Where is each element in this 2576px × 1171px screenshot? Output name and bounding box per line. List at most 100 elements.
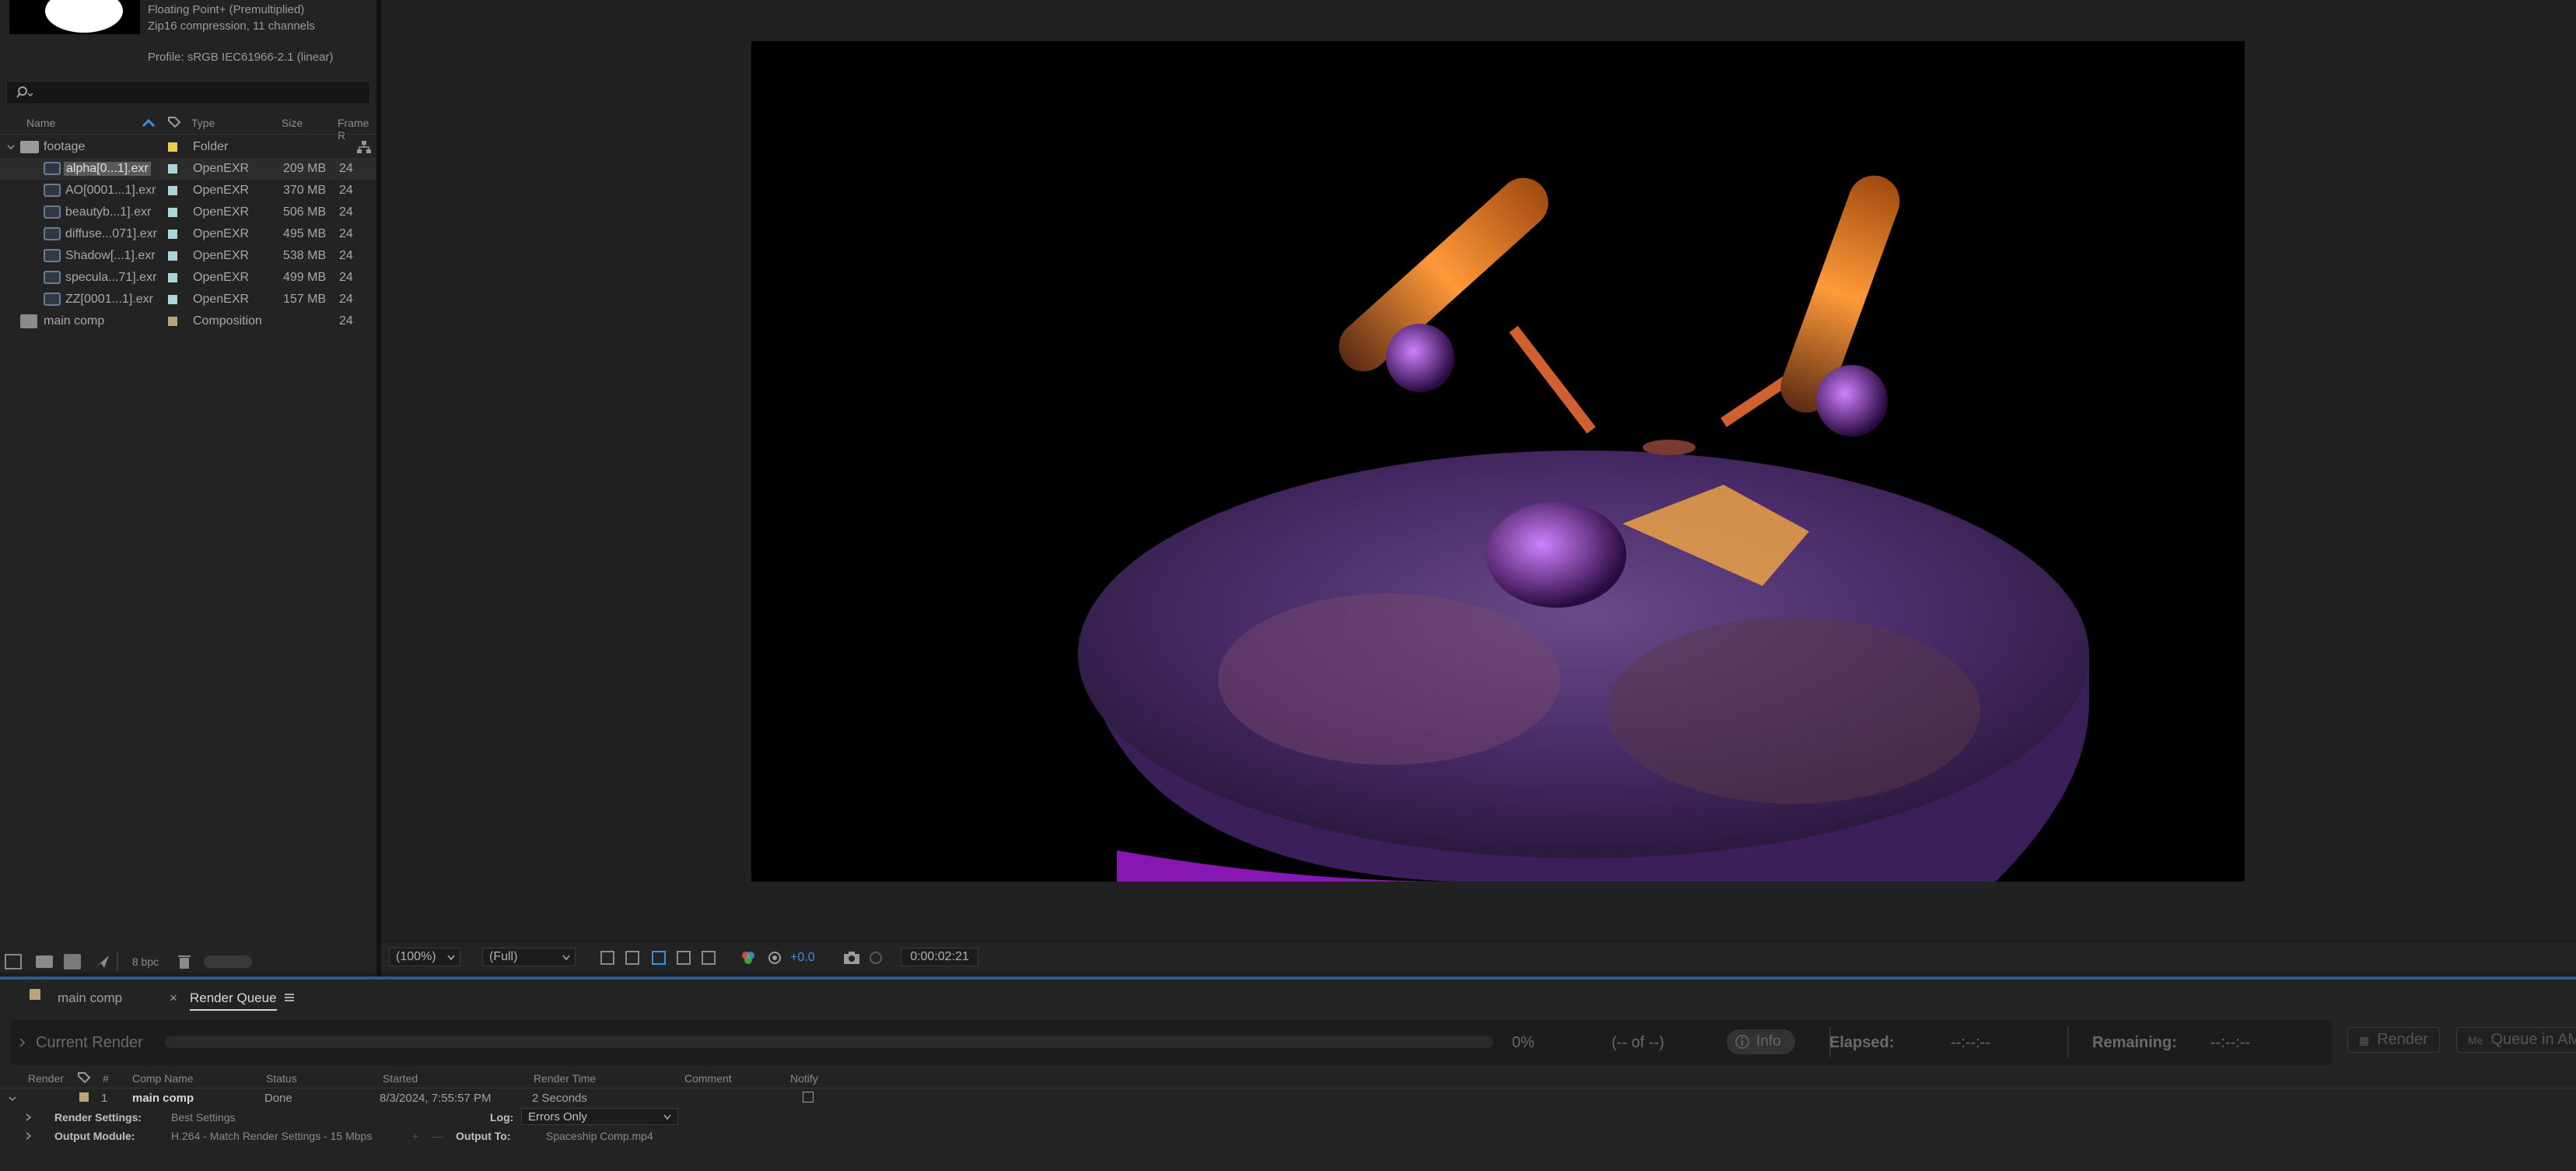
new-composition-icon[interactable]	[64, 954, 81, 969]
current-time-display[interactable]: 0:00:02:21	[901, 948, 978, 966]
label-swatch[interactable]	[168, 164, 177, 174]
label-swatch[interactable]	[79, 1092, 89, 1102]
folder-icon	[20, 141, 39, 153]
chevron-right-icon[interactable]	[25, 1131, 33, 1141]
column-type[interactable]: Type	[191, 117, 215, 134]
item-name: alpha[0...1].exr	[64, 162, 151, 176]
project-row-ao[interactable]: AO[0001...1].exr OpenEXR 370 MB 24	[0, 180, 376, 202]
item-name: diffuse...071].exr	[65, 227, 157, 240]
rq-column-comp-name[interactable]: Comp Name	[132, 1072, 194, 1088]
project-row-main-comp[interactable]: main comp Composition 24	[0, 310, 376, 332]
flowchart-icon[interactable]	[356, 140, 372, 154]
send-to-encoder-icon[interactable]	[93, 954, 110, 969]
info-label: Info	[1756, 1033, 1781, 1050]
resolution-dropdown[interactable]: (Full)	[482, 948, 576, 966]
rq-column-comment[interactable]: Comment	[684, 1072, 732, 1088]
magnification-dropdown[interactable]: (100%)	[389, 948, 460, 966]
item-name: main comp	[44, 314, 105, 328]
render-settings-label: Render Settings:	[54, 1111, 142, 1124]
queue-in-ame-button[interactable]: Me Queue in AM	[2456, 1027, 2576, 1053]
chevron-down-icon	[663, 1114, 671, 1120]
project-row-shadow[interactable]: Shadow[...1].exr OpenEXR 538 MB 24	[0, 245, 376, 267]
rq-column-number[interactable]: #	[103, 1072, 109, 1088]
close-tab-icon[interactable]: ×	[170, 990, 177, 1006]
channels-icon[interactable]	[702, 951, 716, 965]
magnification-value: (100%)	[396, 950, 436, 963]
project-search-input[interactable]	[6, 81, 370, 104]
label-swatch[interactable]	[168, 230, 177, 239]
item-name: footage	[44, 140, 86, 153]
label-tag-icon[interactable]	[76, 1071, 92, 1085]
item-frame-rate: 24	[339, 184, 353, 197]
remaining-label: Remaining:	[2092, 1034, 2177, 1051]
chevron-down-icon[interactable]	[6, 142, 16, 152]
info-icon	[1735, 1035, 1749, 1049]
color-management-icon[interactable]	[740, 950, 756, 966]
label-swatch[interactable]	[168, 142, 177, 152]
new-folder-icon[interactable]	[36, 955, 53, 968]
label-swatch[interactable]	[168, 251, 177, 261]
item-size: 495 MB	[283, 227, 327, 240]
output-module-value[interactable]: H.264 - Match Render Settings - 15 Mbps	[171, 1130, 372, 1142]
project-footer: 8 bpc	[0, 951, 376, 973]
current-render-bar: Current Render 0% (-- of --) Info Elapse…	[11, 1020, 2332, 1065]
notify-checkbox[interactable]	[803, 1092, 814, 1103]
exposure-reset-icon[interactable]	[767, 950, 782, 966]
output-to-value[interactable]: Spaceship Comp.mp4	[546, 1130, 653, 1142]
rq-column-render[interactable]: Render	[28, 1072, 64, 1088]
rq-column-notify[interactable]: Notify	[790, 1072, 818, 1088]
interpret-footage-icon[interactable]	[5, 954, 22, 969]
label-swatch[interactable]	[168, 317, 177, 326]
render-settings-value[interactable]: Best Settings	[171, 1111, 236, 1124]
rq-column-status[interactable]: Status	[266, 1072, 297, 1088]
composition-canvas[interactable]	[751, 41, 2245, 882]
label-tag-icon[interactable]	[166, 115, 182, 131]
chevron-down-icon[interactable]	[8, 1094, 17, 1103]
composition-icon	[20, 314, 37, 328]
project-row-beauty[interactable]: beautyb...1].exr OpenEXR 506 MB 24	[0, 202, 376, 223]
output-to-label: Output To:	[456, 1130, 511, 1142]
trash-icon[interactable]	[177, 954, 191, 969]
info-button[interactable]: Info	[1727, 1029, 1795, 1054]
label-swatch[interactable]	[168, 208, 177, 217]
rq-column-started[interactable]: Started	[383, 1072, 418, 1088]
column-frame-rate[interactable]: Frame R	[338, 117, 376, 142]
render-button[interactable]: ▦ Render	[2347, 1027, 2440, 1053]
log-label: Log:	[490, 1111, 514, 1124]
sort-ascending-icon[interactable]	[142, 118, 156, 128]
mask-visibility-icon[interactable]	[652, 951, 666, 965]
bit-depth-button[interactable]: 8 bpc	[126, 952, 165, 971]
rq-item-render-time: 2 Seconds	[532, 1092, 587, 1105]
region-of-interest-icon[interactable]	[600, 951, 614, 965]
log-dropdown[interactable]: Errors Only	[521, 1108, 678, 1125]
thumbnail-slider[interactable]	[204, 955, 252, 968]
label-swatch[interactable]	[168, 273, 177, 282]
label-swatch[interactable]	[168, 295, 177, 304]
project-row-footage[interactable]: footage Folder	[0, 136, 376, 158]
column-name[interactable]: Name	[26, 117, 55, 134]
label-swatch[interactable]	[168, 186, 177, 195]
chevron-right-icon[interactable]	[25, 1113, 33, 1122]
transparency-grid-icon[interactable]	[625, 951, 639, 965]
tab-render-queue[interactable]: Render Queue	[190, 990, 277, 1011]
project-row-diffuse[interactable]: diffuse...071].exr OpenEXR 495 MB 24	[0, 223, 376, 245]
add-output-module-icon[interactable]: +	[412, 1130, 418, 1142]
chevron-right-icon[interactable]	[19, 1037, 26, 1048]
project-row-specular[interactable]: specula...71].exr OpenEXR 499 MB 24	[0, 267, 376, 289]
guides-icon[interactable]	[677, 951, 691, 965]
show-snapshot-icon[interactable]	[868, 950, 884, 966]
panel-menu-icon[interactable]	[285, 993, 294, 1002]
tab-main-comp[interactable]: main comp	[58, 990, 122, 1006]
footage-icon	[44, 205, 61, 219]
item-type: OpenEXR	[193, 162, 250, 175]
column-size[interactable]: Size	[282, 117, 303, 134]
item-type: Folder	[193, 140, 229, 153]
remove-output-module-icon[interactable]: —	[432, 1130, 443, 1142]
render-queue-item[interactable]: 1 main comp Done 8/3/2024, 7:55:57 PM 2 …	[0, 1089, 2576, 1108]
exposure-value[interactable]: +0.0	[790, 951, 815, 965]
project-row-alpha[interactable]: alpha[0...1].exr OpenEXR 209 MB 24	[0, 158, 376, 180]
rq-column-render-time[interactable]: Render Time	[534, 1072, 596, 1088]
footage-icon	[44, 184, 61, 197]
project-row-zz[interactable]: ZZ[0001...1].exr OpenEXR 157 MB 24	[0, 289, 376, 310]
snapshot-camera-icon[interactable]	[843, 950, 860, 966]
